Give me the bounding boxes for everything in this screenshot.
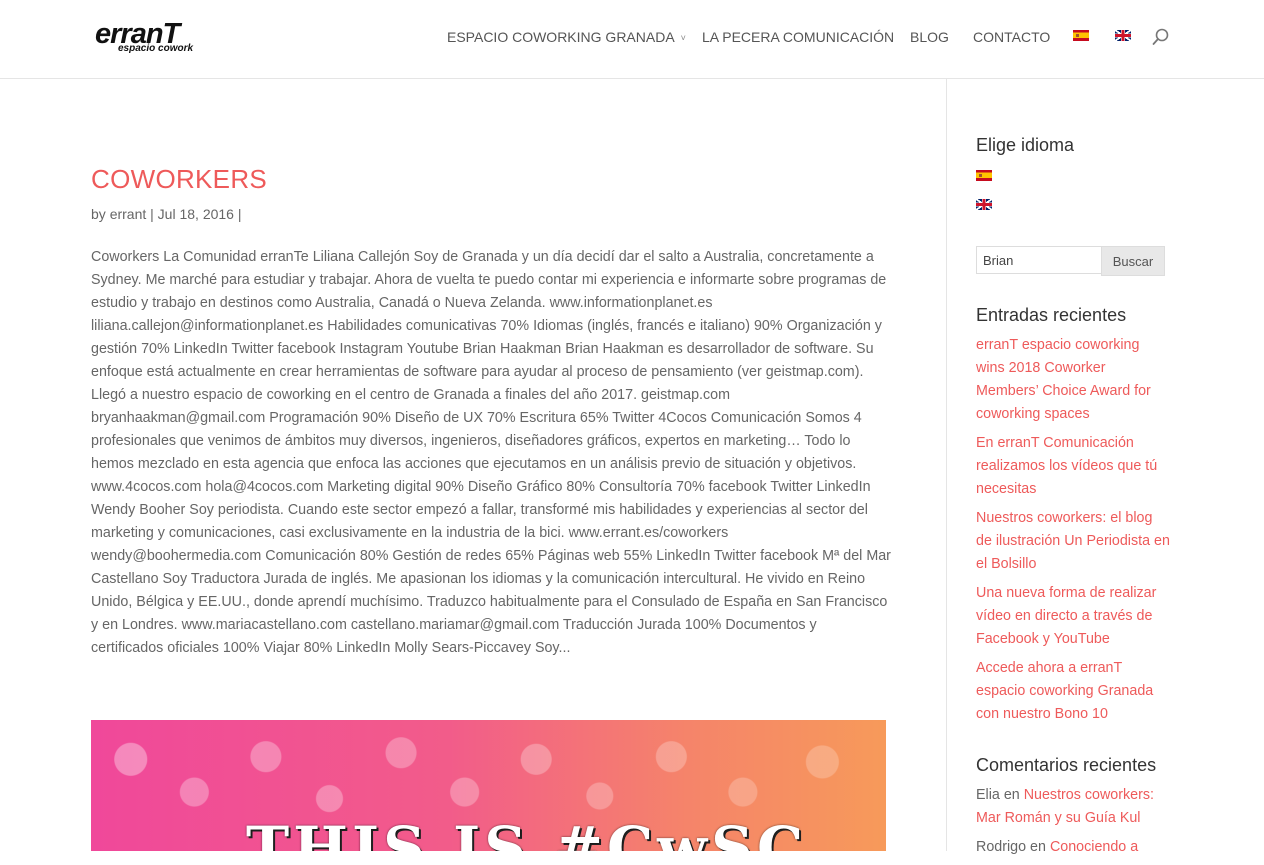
recent-post-link[interactable]: Accede ahora a erranT espacio coworking … — [976, 657, 1171, 726]
recent-posts-list: erranT espacio coworking wins 2018 Cowor… — [976, 334, 1171, 732]
site-header: erranT espacio cowork ESPACIO COWORKING … — [0, 0, 1264, 79]
comment-sep: en — [999, 787, 1024, 803]
post-title[interactable]: COWORKERS — [91, 163, 267, 195]
post-featured-image[interactable]: THIS IS #CwSC — [91, 720, 886, 851]
nav-item-contacto[interactable]: CONTACTO — [973, 28, 1050, 46]
nav-item-la-pecera[interactable]: LA PECERA COMUNICACIÓN — [702, 28, 894, 46]
comment-author: Elia — [976, 787, 1000, 803]
comment-item: Elia en Nuestros coworkers: Mar Román y … — [976, 784, 1176, 830]
recent-post-link[interactable]: erranT espacio coworking wins 2018 Cowor… — [976, 334, 1171, 426]
search-icon[interactable] — [1152, 28, 1170, 46]
sidebar-search-input[interactable] — [976, 246, 1101, 274]
recent-post-link[interactable]: Una nueva forma de realizar vídeo en dir… — [976, 582, 1171, 651]
nav-item-espacio-coworking[interactable]: ESPACIO COWORKING GRANADA ˅ — [447, 28, 686, 48]
comment-item: Rodrigo en Conociendo a — [976, 836, 1176, 859]
comment-sep: en — [1026, 839, 1050, 855]
recent-comments-title: Comentarios recientes — [976, 755, 1157, 775]
nav-item-blog[interactable]: BLOG — [910, 28, 949, 46]
recent-post-link[interactable]: Nuestros coworkers: el blog de ilustraci… — [976, 507, 1171, 576]
recent-comments-list: Elia en Nuestros coworkers: Mar Román y … — [976, 784, 1176, 865]
post-author-link[interactable]: errant — [110, 206, 147, 222]
sidebar-divider — [946, 79, 947, 851]
spain-flag-icon[interactable] — [976, 170, 992, 181]
post-meta: by errant | Jul 18, 2016 | — [91, 204, 242, 224]
uk-flag-icon[interactable] — [976, 199, 992, 210]
nav-item-label: ESPACIO COWORKING GRANADA — [447, 29, 675, 45]
recent-post-link[interactable]: En erranT Comunicación realizamos los ví… — [976, 432, 1171, 501]
spain-flag-icon[interactable] — [1073, 30, 1089, 41]
post-excerpt: Coworkers La Comunidad erranTe Liliana C… — [91, 249, 891, 656]
language-widget-title: Elige idioma — [976, 135, 1075, 155]
meta-prefix: by — [91, 206, 110, 222]
main-nav: ESPACIO COWORKING GRANADA ˅ LA PECERA COM… — [0, 28, 1264, 48]
uk-flag-icon[interactable] — [1115, 30, 1131, 41]
recent-posts-title: Entradas recientes — [976, 305, 1127, 325]
search-button[interactable]: Buscar — [1101, 246, 1165, 276]
post-date: | Jul 18, 2016 | — [146, 206, 242, 222]
hero-headline: THIS IS #CwSC — [246, 814, 808, 851]
comment-author: Rodrigo — [976, 839, 1027, 855]
chevron-down-icon: ˅ — [680, 33, 686, 43]
comment-post-link[interactable]: Conociendo a — [1050, 839, 1138, 855]
